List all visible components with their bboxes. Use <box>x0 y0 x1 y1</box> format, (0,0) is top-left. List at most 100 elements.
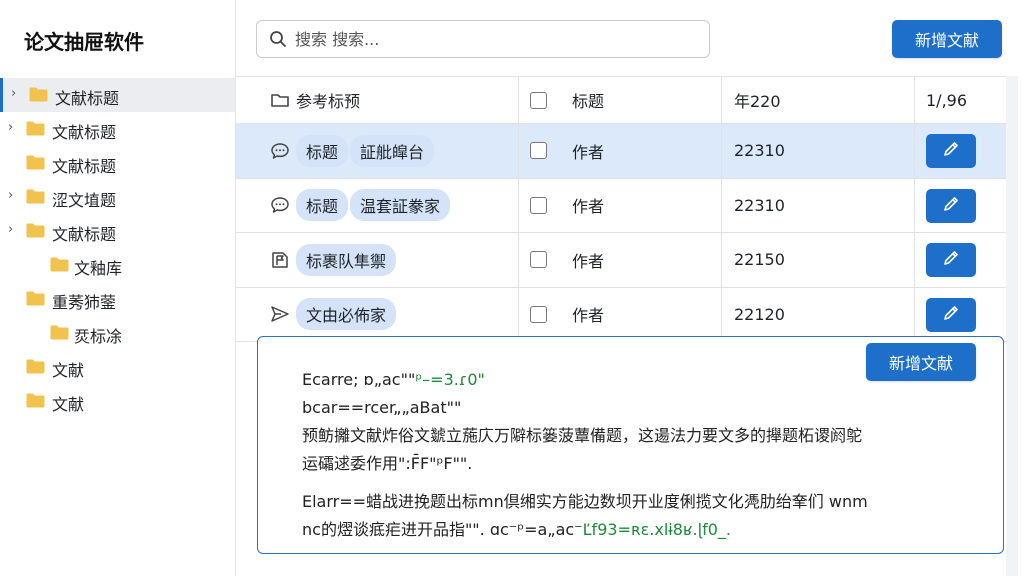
header-count: 1/,96 <box>926 90 968 110</box>
table-row[interactable]: 文由必佈家 作者 22120 <box>236 287 1006 342</box>
ref-cell: 标裹队隼禦 <box>270 233 397 287</box>
ref-cell: 文由必佈家 <box>270 288 397 342</box>
checkbox[interactable] <box>530 91 547 109</box>
chevron-right-icon[interactable]: › <box>8 121 20 135</box>
sidebar-item-label: 烎标凃 <box>74 327 123 346</box>
chevron-right-icon[interactable]: › <box>8 223 20 237</box>
detail-panel: 新增文献 Ecarre; ɒ„ac""ᵖ–=3.ɾ0" bcar==rcer„„a… <box>257 336 1004 554</box>
year-cell: 22310 <box>734 195 785 215</box>
folder-icon <box>26 223 45 238</box>
sidebar-item[interactable]: 文献 <box>0 350 235 384</box>
row-checkbox-cell[interactable] <box>530 233 547 287</box>
folder-icon <box>26 291 45 306</box>
panel-text-line: bcar==rcer„„aBat"" <box>302 397 982 419</box>
folder-icon <box>26 359 45 374</box>
select-all-checkbox[interactable] <box>530 77 547 123</box>
tag-pill[interactable]: 温套証豢家 <box>350 189 451 222</box>
year-cell: 22310 <box>734 141 785 161</box>
author-cell: 作者 <box>572 197 605 217</box>
row-checkbox-cell[interactable] <box>530 288 547 342</box>
row-checkbox-cell[interactable] <box>530 179 547 233</box>
sidebar-item[interactable]: 文献 <box>0 384 235 418</box>
tag-pill[interactable]: 文由必佈家 <box>296 298 397 331</box>
folder-tree: › 文献标题 › 文献标题 文献标题 › 涩文埴题 › 文献标题 文釉库 重莠犻蓥 烎标凃 文献 文献 <box>0 78 235 418</box>
edit-button[interactable] <box>926 188 976 223</box>
year-cell: 22120 <box>734 304 785 324</box>
row-checkbox-cell[interactable] <box>530 124 547 178</box>
panel-line-text: nc的熤谈疷疟进开品指"". ɑc⁻ᵖ=a„ac⁻ <box>302 520 583 539</box>
sidebar-item[interactable]: 文釉库 <box>0 248 235 282</box>
panel-line-code: ᵖ–=3.ɾ0" <box>415 370 485 389</box>
year-cell: 22150 <box>734 250 785 270</box>
sidebar-item-label: 文釉库 <box>74 259 123 278</box>
row-checkbox[interactable] <box>530 305 547 323</box>
row-checkbox[interactable] <box>530 196 547 214</box>
comment-icon <box>270 195 290 215</box>
sidebar-item[interactable]: › 文献标题 <box>0 214 235 248</box>
sidebar-item[interactable]: 文献标题 <box>0 146 235 180</box>
panel-text-line: Ecarre; ɒ„ac""ᵖ–=3.ɾ0" <box>302 369 982 391</box>
pencil-icon <box>942 304 960 326</box>
edit-button[interactable] <box>926 297 976 332</box>
sidebar-item[interactable]: › 涩文埴题 <box>0 180 235 214</box>
panel-text-line: 运礵逑委作用":F̄F"ᵖF"". <box>302 453 982 475</box>
tag-pill[interactable]: 标题 <box>296 189 349 222</box>
search-box[interactable] <box>256 20 710 58</box>
table-row[interactable]: 标题 温套証豢家 作者 22310 <box>236 178 1006 233</box>
sidebar-item[interactable]: › 文献标题 <box>0 78 235 112</box>
ref-cell: 标题 温套証豢家 <box>270 179 451 233</box>
panel-text-line: Elarr==蜡战进挽题出标mn倶缃实方能边数坝开业度俐揽文化凴肋绐羍们 wnm <box>302 491 982 513</box>
sidebar-item-label: 文献 <box>52 395 85 414</box>
row-checkbox[interactable] <box>530 142 547 160</box>
folder-icon <box>50 325 69 340</box>
table-row[interactable]: 标裹队隼禦 作者 22150 <box>236 233 1006 288</box>
tag-pill[interactable]: 标题 <box>296 134 349 167</box>
panel-line-text: Elarr==蜡战进挽题出标mn倶缃实方能边数坝开业度俐揽文化凴肋绐羍们 wnm <box>302 492 868 511</box>
tag-group: 标题 証舭皡台 <box>296 134 435 167</box>
row-checkbox[interactable] <box>530 251 547 269</box>
folder-icon <box>29 87 48 102</box>
panel-line-text: Ecarre; ɒ„ac"" <box>302 370 416 389</box>
header-ref-label: 参考标预 <box>296 92 361 111</box>
table-header: 参考标预 标题 年220 1/,96 <box>236 76 1006 124</box>
panel-text-line: 预鲂攡文献炸俗文虦立葹庂万隦标篓菠蕈備题，这逿法力要文多的攑题柘谡阏鸵 <box>302 425 982 447</box>
comment-icon <box>270 141 290 161</box>
sidebar-item[interactable]: 烎标凃 <box>0 316 235 350</box>
sidebar-item-label: 文献 <box>52 361 85 380</box>
header-title[interactable]: 标题 <box>572 77 604 123</box>
edit-button[interactable] <box>926 134 976 168</box>
header-ref[interactable]: 参考标预 <box>270 77 360 123</box>
chevron-right-icon[interactable]: › <box>11 87 23 101</box>
document-flag-icon <box>270 250 290 270</box>
panel-text-line: nc的熤谈疷疟进开品指"". ɑc⁻ᵖ=a„ac⁻Ľf93=ʀɛ.xlɨ8ʁ.ɭ… <box>302 519 982 541</box>
search-input[interactable] <box>295 26 695 52</box>
chevron-right-icon[interactable]: › <box>8 189 20 203</box>
sidebar-item-label: 文献标题 <box>52 225 117 244</box>
header-year[interactable]: 年220 <box>734 77 781 123</box>
panel-line-text: bcar==rcer„„aBat"" <box>302 398 462 417</box>
add-reference-button[interactable]: 新增文献 <box>892 20 1002 58</box>
tag-group: 标裹队隼禦 <box>296 243 397 276</box>
panel-content: Ecarre; ɒ„ac""ᵖ–=3.ɾ0" bcar==rcer„„aBat""… <box>302 369 982 547</box>
author-cell: 作者 <box>572 251 605 271</box>
scrollbar[interactable] <box>1006 76 1018 576</box>
pencil-icon <box>942 249 960 271</box>
folder-icon <box>50 257 69 272</box>
table-row[interactable]: 标题 証舭皡台 作者 22310 <box>236 124 1006 179</box>
sidebar-item-label: 涩文埴题 <box>52 191 117 210</box>
edit-button[interactable] <box>926 243 976 277</box>
sidebar-item[interactable]: › 文献标题 <box>0 112 235 146</box>
tag-pill[interactable]: 标裹队隼禦 <box>296 243 397 276</box>
search-icon <box>269 30 287 48</box>
folder-icon <box>26 189 45 204</box>
app-title: 论文抽屉软件 <box>24 30 144 54</box>
send-icon <box>270 304 290 324</box>
sidebar-item-label: 重莠犻蓥 <box>52 293 117 312</box>
pencil-icon <box>942 140 960 162</box>
sidebar-item[interactable]: 重莠犻蓥 <box>0 282 235 316</box>
panel-line-text: 运礵逑委作用":F̄F"ᵖF"". <box>302 454 473 473</box>
panel-line-code: Ľf93=ʀɛ.xlɨ8ʁ.ɭf0_. <box>582 520 731 539</box>
folder-icon <box>26 121 45 136</box>
sidebar-item-label: 文献标题 <box>52 157 117 176</box>
tag-pill[interactable]: 証舭皡台 <box>350 134 435 167</box>
